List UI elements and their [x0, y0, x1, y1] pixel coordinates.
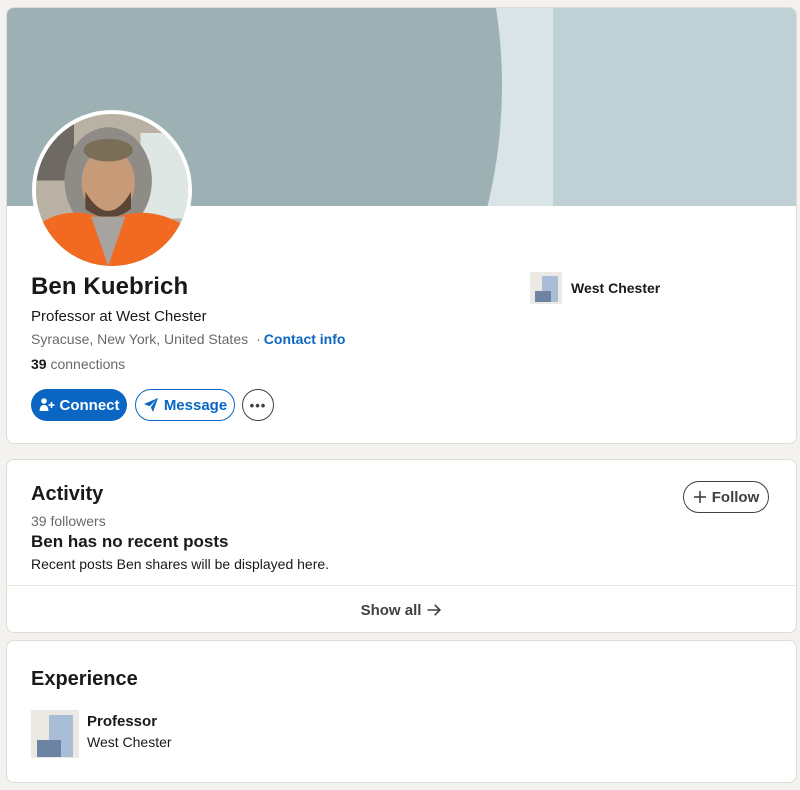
message-button[interactable]: Message: [135, 389, 235, 421]
profile-headline: Professor at West Chester: [31, 308, 207, 325]
profile-location: Syracuse, New York, United States: [31, 331, 249, 347]
profile-card: Ben Kuebrich Professor at West Chester S…: [6, 7, 797, 444]
more-horizontal-icon: •••: [249, 397, 267, 413]
activity-title: Activity: [31, 483, 104, 505]
show-all-button[interactable]: Show all: [7, 586, 796, 632]
contact-info-link[interactable]: Contact info: [264, 331, 346, 347]
experience-company-logo[interactable]: [31, 710, 79, 758]
avatar-photo: [36, 114, 188, 266]
experience-company[interactable]: West Chester: [87, 734, 172, 750]
message-label: Message: [163, 396, 228, 414]
send-arrow-icon: [143, 398, 158, 412]
separator-dot: ·: [256, 331, 261, 347]
more-actions-button[interactable]: •••: [242, 389, 274, 421]
current-company-name: West Chester: [571, 280, 661, 296]
activity-card: Activity 39 followers Ben has no recent …: [6, 459, 797, 633]
profile-avatar[interactable]: [32, 110, 192, 270]
connect-label: Connect: [59, 396, 120, 414]
follow-button[interactable]: Follow: [683, 481, 769, 513]
no-posts-description: Recent posts Ben shares will be displaye…: [31, 556, 330, 572]
current-company[interactable]: West Chester: [530, 271, 660, 305]
no-posts-heading: Ben has no recent posts: [31, 532, 229, 551]
connections-number: 39: [31, 356, 47, 372]
connect-button[interactable]: Connect: [31, 389, 127, 421]
follow-label: Follow: [711, 488, 760, 506]
arrow-right-icon: [427, 604, 442, 616]
company-logo: [530, 272, 562, 304]
profile-name: Ben Kuebrich: [31, 273, 189, 300]
connections-label: connections: [50, 356, 126, 372]
experience-role: Professor: [87, 713, 158, 730]
profile-location-row: Syracuse, New York, United States · Contac…: [31, 331, 345, 347]
connections-count[interactable]: 39 connections: [31, 356, 125, 372]
experience-title: Experience: [31, 668, 138, 690]
plus-icon: [693, 491, 706, 503]
add-person-icon: [39, 398, 54, 411]
experience-card: Experience Professor West Chester: [6, 640, 797, 783]
followers-count: 39 followers: [31, 513, 106, 529]
show-all-label: Show all: [360, 601, 422, 619]
